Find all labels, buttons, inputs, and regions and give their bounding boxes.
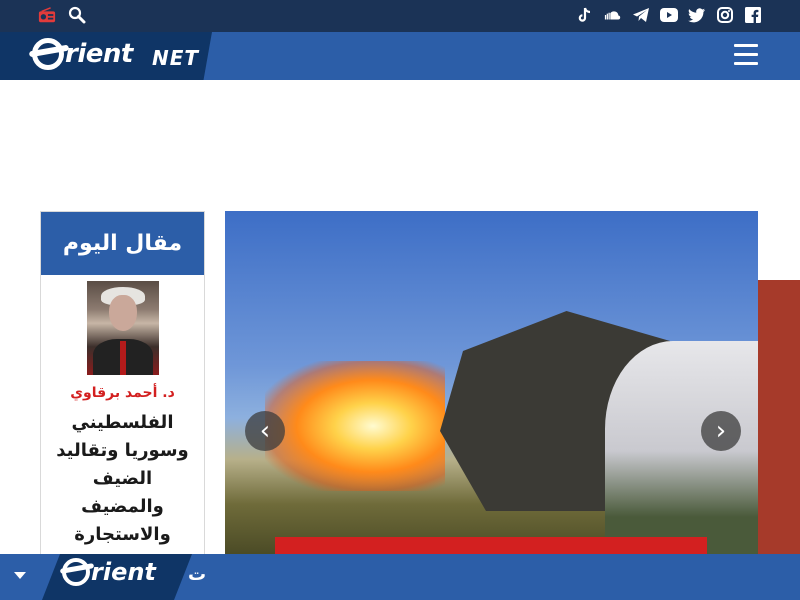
news-slider: ‹ › xyxy=(225,211,758,556)
facebook-icon[interactable] xyxy=(744,6,762,24)
logo-text: rient xyxy=(65,39,133,69)
chevron-down-icon[interactable] xyxy=(14,572,26,579)
logo-net-label: NET xyxy=(152,46,200,70)
bottom-logo-text: rient xyxy=(91,558,156,586)
slide-image-muzzle-flash xyxy=(265,361,445,491)
bottom-bar: rient ت xyxy=(0,554,800,600)
hamburger-icon[interactable] xyxy=(734,44,758,66)
ad-space xyxy=(0,80,800,210)
youtube-icon[interactable] xyxy=(660,6,678,24)
author-photo[interactable] xyxy=(86,281,159,375)
hamburger-line xyxy=(734,62,758,65)
social-links xyxy=(576,6,762,24)
author-photo-tie xyxy=(119,341,126,375)
twitter-icon[interactable] xyxy=(688,6,706,24)
author-name-link[interactable]: د. أحمد برقاوي xyxy=(41,385,204,401)
logo-o-mark xyxy=(62,558,90,586)
next-slide-peek xyxy=(758,280,800,556)
main-navbar: rient NET xyxy=(0,32,800,80)
hamburger-line xyxy=(734,53,758,56)
article-of-day-card: مقال اليوم د. أحمد برقاوي الفلسطيني وسور… xyxy=(40,211,205,571)
top-bar xyxy=(0,0,800,32)
logo-o-mark xyxy=(32,38,64,70)
soundcloud-icon[interactable] xyxy=(604,6,622,24)
article-of-day-heading: مقال اليوم xyxy=(41,212,204,275)
header-tools xyxy=(38,6,86,24)
tiktok-icon[interactable] xyxy=(576,6,594,24)
hamburger-line xyxy=(734,44,758,47)
bottom-logo[interactable]: rient xyxy=(62,558,156,586)
site-logo[interactable]: rient NET xyxy=(0,32,212,80)
radio-icon[interactable] xyxy=(38,6,56,24)
author-photo-face xyxy=(108,295,137,331)
article-title-link[interactable]: الفلسطيني وسوريا وتقاليد الضيف والمضيف و… xyxy=(41,409,204,549)
instagram-icon[interactable] xyxy=(716,6,734,24)
slider-next-button[interactable]: › xyxy=(701,411,741,451)
telegram-icon[interactable] xyxy=(632,6,650,24)
news-ticker-text[interactable]: ت xyxy=(188,564,206,585)
slider-prev-button[interactable]: ‹ xyxy=(245,411,285,451)
logo-wordmark: rient xyxy=(32,38,133,70)
slide-image-soldier xyxy=(605,341,758,556)
search-icon[interactable] xyxy=(68,6,86,24)
